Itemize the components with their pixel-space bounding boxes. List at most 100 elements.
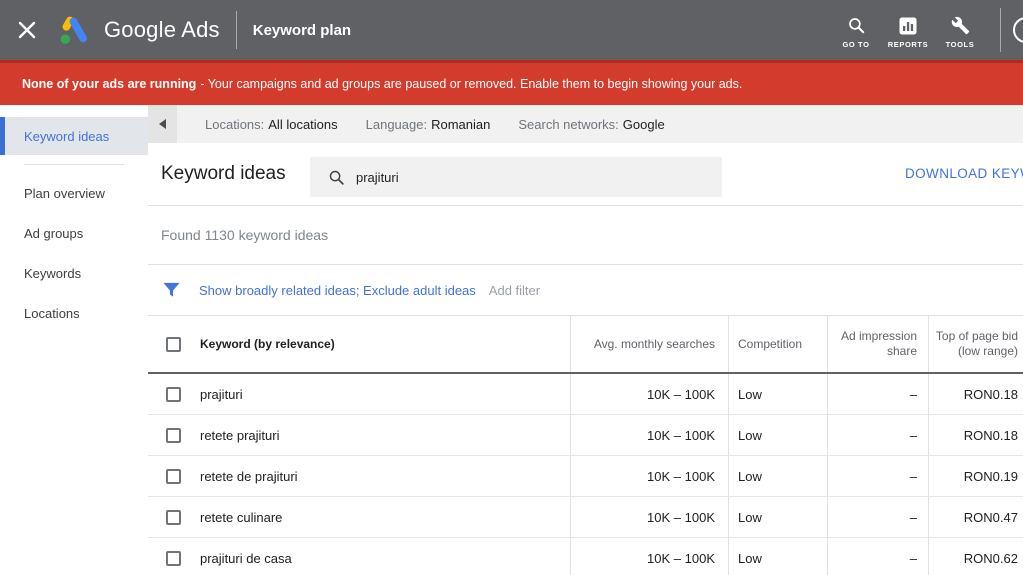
setting-value: All locations	[268, 117, 337, 132]
header-label: Top of page bid (low range)	[929, 329, 1018, 359]
header-avg-monthly-searches[interactable]: Avg. monthly searches	[570, 316, 728, 372]
row-checkbox[interactable]	[166, 469, 181, 484]
header-competition[interactable]: Competition	[728, 316, 827, 372]
keyword-cell: prajituri	[200, 387, 243, 402]
sidebar-divider	[24, 164, 124, 165]
keyword-ideas-panel: Keyword ideas DOWNLOAD KEYW Found 1130 k…	[148, 143, 1023, 575]
sidebar-item-label: Plan overview	[24, 186, 105, 201]
topbar-divider	[1000, 8, 1001, 52]
header-label: Keyword (by relevance)	[200, 337, 335, 351]
row-checkbox[interactable]	[166, 387, 181, 402]
impression-share-cell: –	[827, 456, 928, 496]
sidebar-item-keywords[interactable]: Keywords	[0, 253, 148, 293]
row-checkbox[interactable]	[166, 428, 181, 443]
competition-cell: Low	[728, 415, 827, 455]
close-icon[interactable]	[16, 19, 38, 41]
alert-bold-text: None of your ads are running	[22, 77, 196, 91]
search-icon	[328, 169, 345, 186]
table-row: prajituri 10K – 100K Low – RON0.18	[148, 374, 1023, 415]
panel-header: Keyword ideas DOWNLOAD KEYW	[148, 143, 1023, 206]
results-count-text: Found 1130 keyword ideas	[161, 227, 328, 243]
competition-cell: Low	[728, 374, 827, 414]
tools-button[interactable]: TOOLS	[934, 11, 986, 49]
row-checkbox[interactable]	[166, 551, 181, 566]
impression-share-cell: –	[827, 497, 928, 537]
competition-cell: Low	[728, 456, 827, 496]
top-bid-cell: RON0.18	[928, 415, 1023, 455]
reports-label: REPORTS	[888, 40, 928, 49]
filter-funnel-icon	[163, 282, 180, 298]
account-circle-icon[interactable]	[1013, 17, 1023, 43]
header-ad-impression-share[interactable]: Ad impression share	[827, 316, 928, 372]
topbar-actions: GO TO REPORTS TOOLS	[830, 8, 1023, 52]
table-row: retete prajituri 10K – 100K Low – RON0.1…	[148, 415, 1023, 456]
searches-cell: 10K – 100K	[570, 374, 728, 414]
header-label: Ad impression share	[828, 329, 917, 359]
brand-name: Google Ads	[104, 17, 220, 43]
sidebar-item-label: Keyword ideas	[24, 129, 109, 144]
top-bid-cell: RON0.47	[928, 497, 1023, 537]
add-filter-button[interactable]: Add filter	[489, 283, 540, 298]
plan-sidebar: Keyword ideas Plan overview Ad groups Ke…	[0, 105, 148, 575]
setting-label: Search networks:	[518, 117, 618, 132]
goto-button[interactable]: GO TO	[830, 11, 882, 49]
collapse-panel-button[interactable]	[148, 105, 177, 143]
setting-label: Language:	[366, 117, 427, 132]
competition-cell: Low	[728, 497, 827, 537]
searches-cell: 10K – 100K	[570, 456, 728, 496]
sidebar-item-locations[interactable]: Locations	[0, 293, 148, 333]
sidebar-item-keyword-ideas[interactable]: Keyword ideas	[0, 117, 148, 155]
setting-locations[interactable]: Locations: All locations	[205, 117, 338, 132]
plan-settings-bar: Locations: All locations Language: Romania…	[148, 105, 1023, 143]
filter-bar: Show broadly related ideas; Exclude adul…	[148, 265, 1023, 316]
sidebar-item-label: Ad groups	[24, 226, 83, 241]
top-app-bar: Google Ads Keyword plan GO TO REPORTS TO…	[0, 0, 1023, 60]
select-all-checkbox[interactable]	[166, 337, 181, 352]
keyword-search-input[interactable]	[356, 170, 686, 185]
impression-share-cell: –	[827, 415, 928, 455]
top-bid-cell: RON0.62	[928, 538, 1023, 575]
setting-search-networks[interactable]: Search networks: Google	[518, 117, 664, 132]
setting-value: Google	[623, 117, 665, 132]
google-ads-logo-icon	[58, 15, 92, 45]
reports-button[interactable]: REPORTS	[882, 11, 934, 49]
searches-cell: 10K – 100K	[570, 497, 728, 537]
impression-share-cell: –	[827, 374, 928, 414]
sidebar-item-ad-groups[interactable]: Ad groups	[0, 213, 148, 253]
topbar-divider	[236, 11, 237, 49]
searches-cell: 10K – 100K	[570, 415, 728, 455]
keyword-cell: retete de prajituri	[200, 469, 298, 484]
search-icon	[847, 15, 866, 35]
header-top-of-page-bid[interactable]: Top of page bid (low range)	[928, 316, 1023, 372]
results-count-row: Found 1130 keyword ideas	[148, 206, 1023, 265]
sidebar-item-plan-overview[interactable]: Plan overview	[0, 173, 148, 213]
keyword-cell: prajituri de casa	[200, 551, 292, 566]
competition-cell: Low	[728, 538, 827, 575]
chevron-left-icon	[159, 119, 166, 129]
table-row: retete de prajituri 10K – 100K Low – RON…	[148, 456, 1023, 497]
table-row: prajituri de casa 10K – 100K Low – RON0.…	[148, 538, 1023, 575]
bar-chart-icon	[899, 15, 917, 35]
setting-label: Locations:	[205, 117, 264, 132]
sidebar-item-label: Keywords	[24, 266, 81, 281]
active-filters-link[interactable]: Show broadly related ideas; Exclude adul…	[199, 283, 476, 298]
sidebar-item-label: Locations	[24, 306, 80, 321]
top-bid-cell: RON0.19	[928, 456, 1023, 496]
table-row: retete culinare 10K – 100K Low – RON0.47	[148, 497, 1023, 538]
setting-language[interactable]: Language: Romanian	[366, 117, 491, 132]
keyword-search-box[interactable]	[310, 157, 722, 197]
page-title: Keyword plan	[253, 22, 351, 39]
ads-not-running-alert: None of your ads are running - Your camp…	[0, 60, 1023, 105]
setting-value: Romanian	[431, 117, 490, 132]
row-checkbox[interactable]	[166, 510, 181, 525]
header-label: Competition	[738, 337, 802, 351]
top-bid-cell: RON0.18	[928, 374, 1023, 414]
keyword-cell: retete culinare	[200, 510, 282, 525]
header-keyword: Keyword (by relevance)	[148, 316, 570, 372]
download-keywords-link[interactable]: DOWNLOAD KEYW	[905, 143, 1023, 205]
impression-share-cell: –	[827, 538, 928, 575]
section-heading: Keyword ideas	[161, 143, 286, 205]
goto-label: GO TO	[842, 40, 869, 49]
table-header-row: Keyword (by relevance) Avg. monthly sear…	[148, 316, 1023, 374]
tools-label: TOOLS	[946, 40, 975, 49]
